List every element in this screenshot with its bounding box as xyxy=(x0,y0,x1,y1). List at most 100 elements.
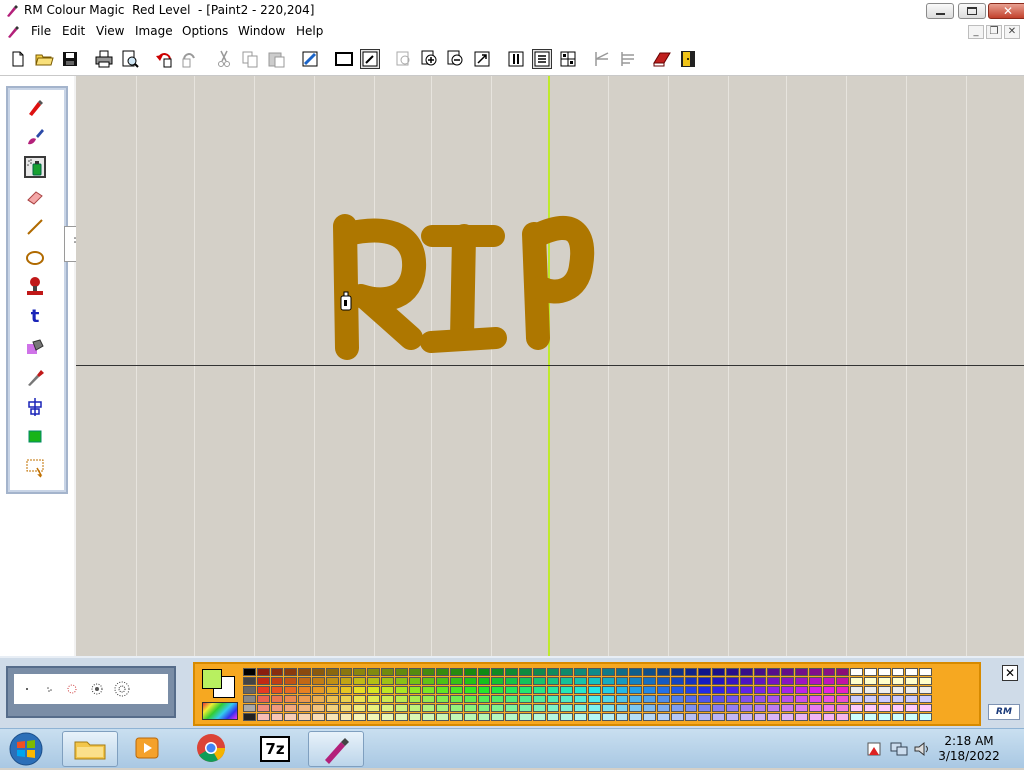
colour-swatch[interactable] xyxy=(422,686,436,694)
colour-swatch[interactable] xyxy=(312,695,325,703)
colour-swatch[interactable] xyxy=(588,677,601,685)
colour-swatch[interactable] xyxy=(532,677,546,685)
spray-tool[interactable] xyxy=(24,156,46,178)
colour-swatch[interactable] xyxy=(408,704,422,712)
colour-swatch[interactable] xyxy=(394,704,408,712)
print-preview-button[interactable] xyxy=(120,49,140,69)
colour-swatch[interactable] xyxy=(381,686,394,694)
colour-swatch[interactable] xyxy=(684,704,698,712)
fit-button[interactable] xyxy=(472,49,492,69)
colour-swatch[interactable] xyxy=(560,695,574,703)
spray-size-4[interactable] xyxy=(91,683,103,695)
colour-swatch[interactable] xyxy=(836,668,850,676)
zoom-out-button[interactable] xyxy=(446,49,466,69)
colour-swatch[interactable] xyxy=(339,686,353,694)
colour-swatch[interactable] xyxy=(615,695,629,703)
colour-swatch[interactable] xyxy=(505,677,518,685)
colour-swatch[interactable] xyxy=(795,686,808,694)
rectangle-tool[interactable] xyxy=(24,426,46,448)
colour-swatch[interactable] xyxy=(905,713,919,721)
colour-swatch[interactable] xyxy=(726,695,739,703)
colour-swatch[interactable] xyxy=(353,686,367,694)
colour-swatch[interactable] xyxy=(657,695,670,703)
ellipse-tool[interactable] xyxy=(24,246,46,268)
colour-swatch[interactable] xyxy=(312,686,325,694)
taskbar-explorer[interactable] xyxy=(62,731,118,767)
colour-swatch[interactable] xyxy=(877,695,891,703)
colour-swatch[interactable] xyxy=(891,677,905,685)
colour-swatch[interactable] xyxy=(477,686,491,694)
colour-swatch[interactable] xyxy=(436,695,449,703)
colour-swatch[interactable] xyxy=(298,686,311,694)
eraser-tool[interactable] xyxy=(24,186,46,208)
colour-swatch[interactable] xyxy=(808,686,822,694)
colour-swatch[interactable] xyxy=(463,713,477,721)
colour-swatch[interactable] xyxy=(574,713,587,721)
colour-swatch[interactable] xyxy=(629,686,643,694)
colour-swatch[interactable] xyxy=(877,677,891,685)
colour-swatch[interactable] xyxy=(574,704,587,712)
colour-swatch[interactable] xyxy=(436,677,449,685)
colour-swatch[interactable] xyxy=(670,695,684,703)
colour-swatch[interactable] xyxy=(822,695,836,703)
colour-swatch[interactable] xyxy=(808,695,822,703)
colour-swatch[interactable] xyxy=(325,713,339,721)
colour-swatch[interactable] xyxy=(919,704,932,712)
colour-swatch[interactable] xyxy=(753,677,767,685)
colour-swatch[interactable] xyxy=(643,695,656,703)
colour-swatch[interactable] xyxy=(546,704,560,712)
colour-swatch[interactable] xyxy=(657,686,670,694)
colour-swatch[interactable] xyxy=(325,677,339,685)
system-clock[interactable]: 2:18 AM 3/18/2022 xyxy=(930,734,1008,764)
colour-swatch[interactable] xyxy=(353,695,367,703)
colour-swatch[interactable] xyxy=(450,686,463,694)
colour-swatch[interactable] xyxy=(284,686,298,694)
colour-swatch[interactable] xyxy=(891,713,905,721)
colour-swatch[interactable] xyxy=(284,668,298,676)
colour-swatch[interactable] xyxy=(919,668,932,676)
colour-swatch[interactable] xyxy=(615,677,629,685)
colour-swatch[interactable] xyxy=(698,677,712,685)
colour-swatch[interactable] xyxy=(657,704,670,712)
colour-swatch[interactable] xyxy=(270,695,284,703)
colour-swatch[interactable] xyxy=(588,695,601,703)
colour-swatch[interactable] xyxy=(795,713,808,721)
colour-swatch[interactable] xyxy=(822,668,836,676)
colour-swatch[interactable] xyxy=(864,704,877,712)
colour-swatch[interactable] xyxy=(891,695,905,703)
paste-button[interactable] xyxy=(266,49,286,69)
colour-swatch[interactable] xyxy=(698,686,712,694)
colour-swatch[interactable] xyxy=(822,704,836,712)
colour-swatch[interactable] xyxy=(367,704,380,712)
colour-swatch[interactable] xyxy=(477,677,491,685)
colour-swatch[interactable] xyxy=(270,677,284,685)
colour-swatch[interactable] xyxy=(726,677,739,685)
new-file-button[interactable] xyxy=(8,49,28,69)
colour-swatch[interactable] xyxy=(588,704,601,712)
doc-close-button[interactable]: ✕ xyxy=(1004,25,1020,39)
colour-swatch[interactable] xyxy=(353,704,367,712)
colour-swatch[interactable] xyxy=(546,686,560,694)
colour-swatch[interactable] xyxy=(312,704,325,712)
maximize-button[interactable] xyxy=(958,3,986,19)
colour-swatch[interactable] xyxy=(256,668,270,676)
colour-swatch[interactable] xyxy=(629,695,643,703)
colour-swatch[interactable] xyxy=(684,695,698,703)
colour-swatch[interactable] xyxy=(532,695,546,703)
colour-swatch[interactable] xyxy=(270,713,284,721)
colour-swatch[interactable] xyxy=(243,704,256,712)
colour-swatch[interactable] xyxy=(684,686,698,694)
colour-swatch[interactable] xyxy=(601,686,615,694)
spray-size-5[interactable] xyxy=(114,681,130,697)
colour-swatch[interactable] xyxy=(684,677,698,685)
colour-swatch[interactable] xyxy=(808,668,822,676)
colour-swatch[interactable] xyxy=(684,713,698,721)
colour-swatch[interactable] xyxy=(243,713,256,721)
colour-swatch[interactable] xyxy=(712,686,725,694)
colour-swatch[interactable] xyxy=(505,704,518,712)
colour-swatch[interactable] xyxy=(850,668,863,676)
colour-swatch-grid[interactable] xyxy=(243,668,933,722)
colour-swatch[interactable] xyxy=(532,713,546,721)
zoom-copy-button[interactable] xyxy=(394,49,414,69)
colour-swatch[interactable] xyxy=(325,668,339,676)
